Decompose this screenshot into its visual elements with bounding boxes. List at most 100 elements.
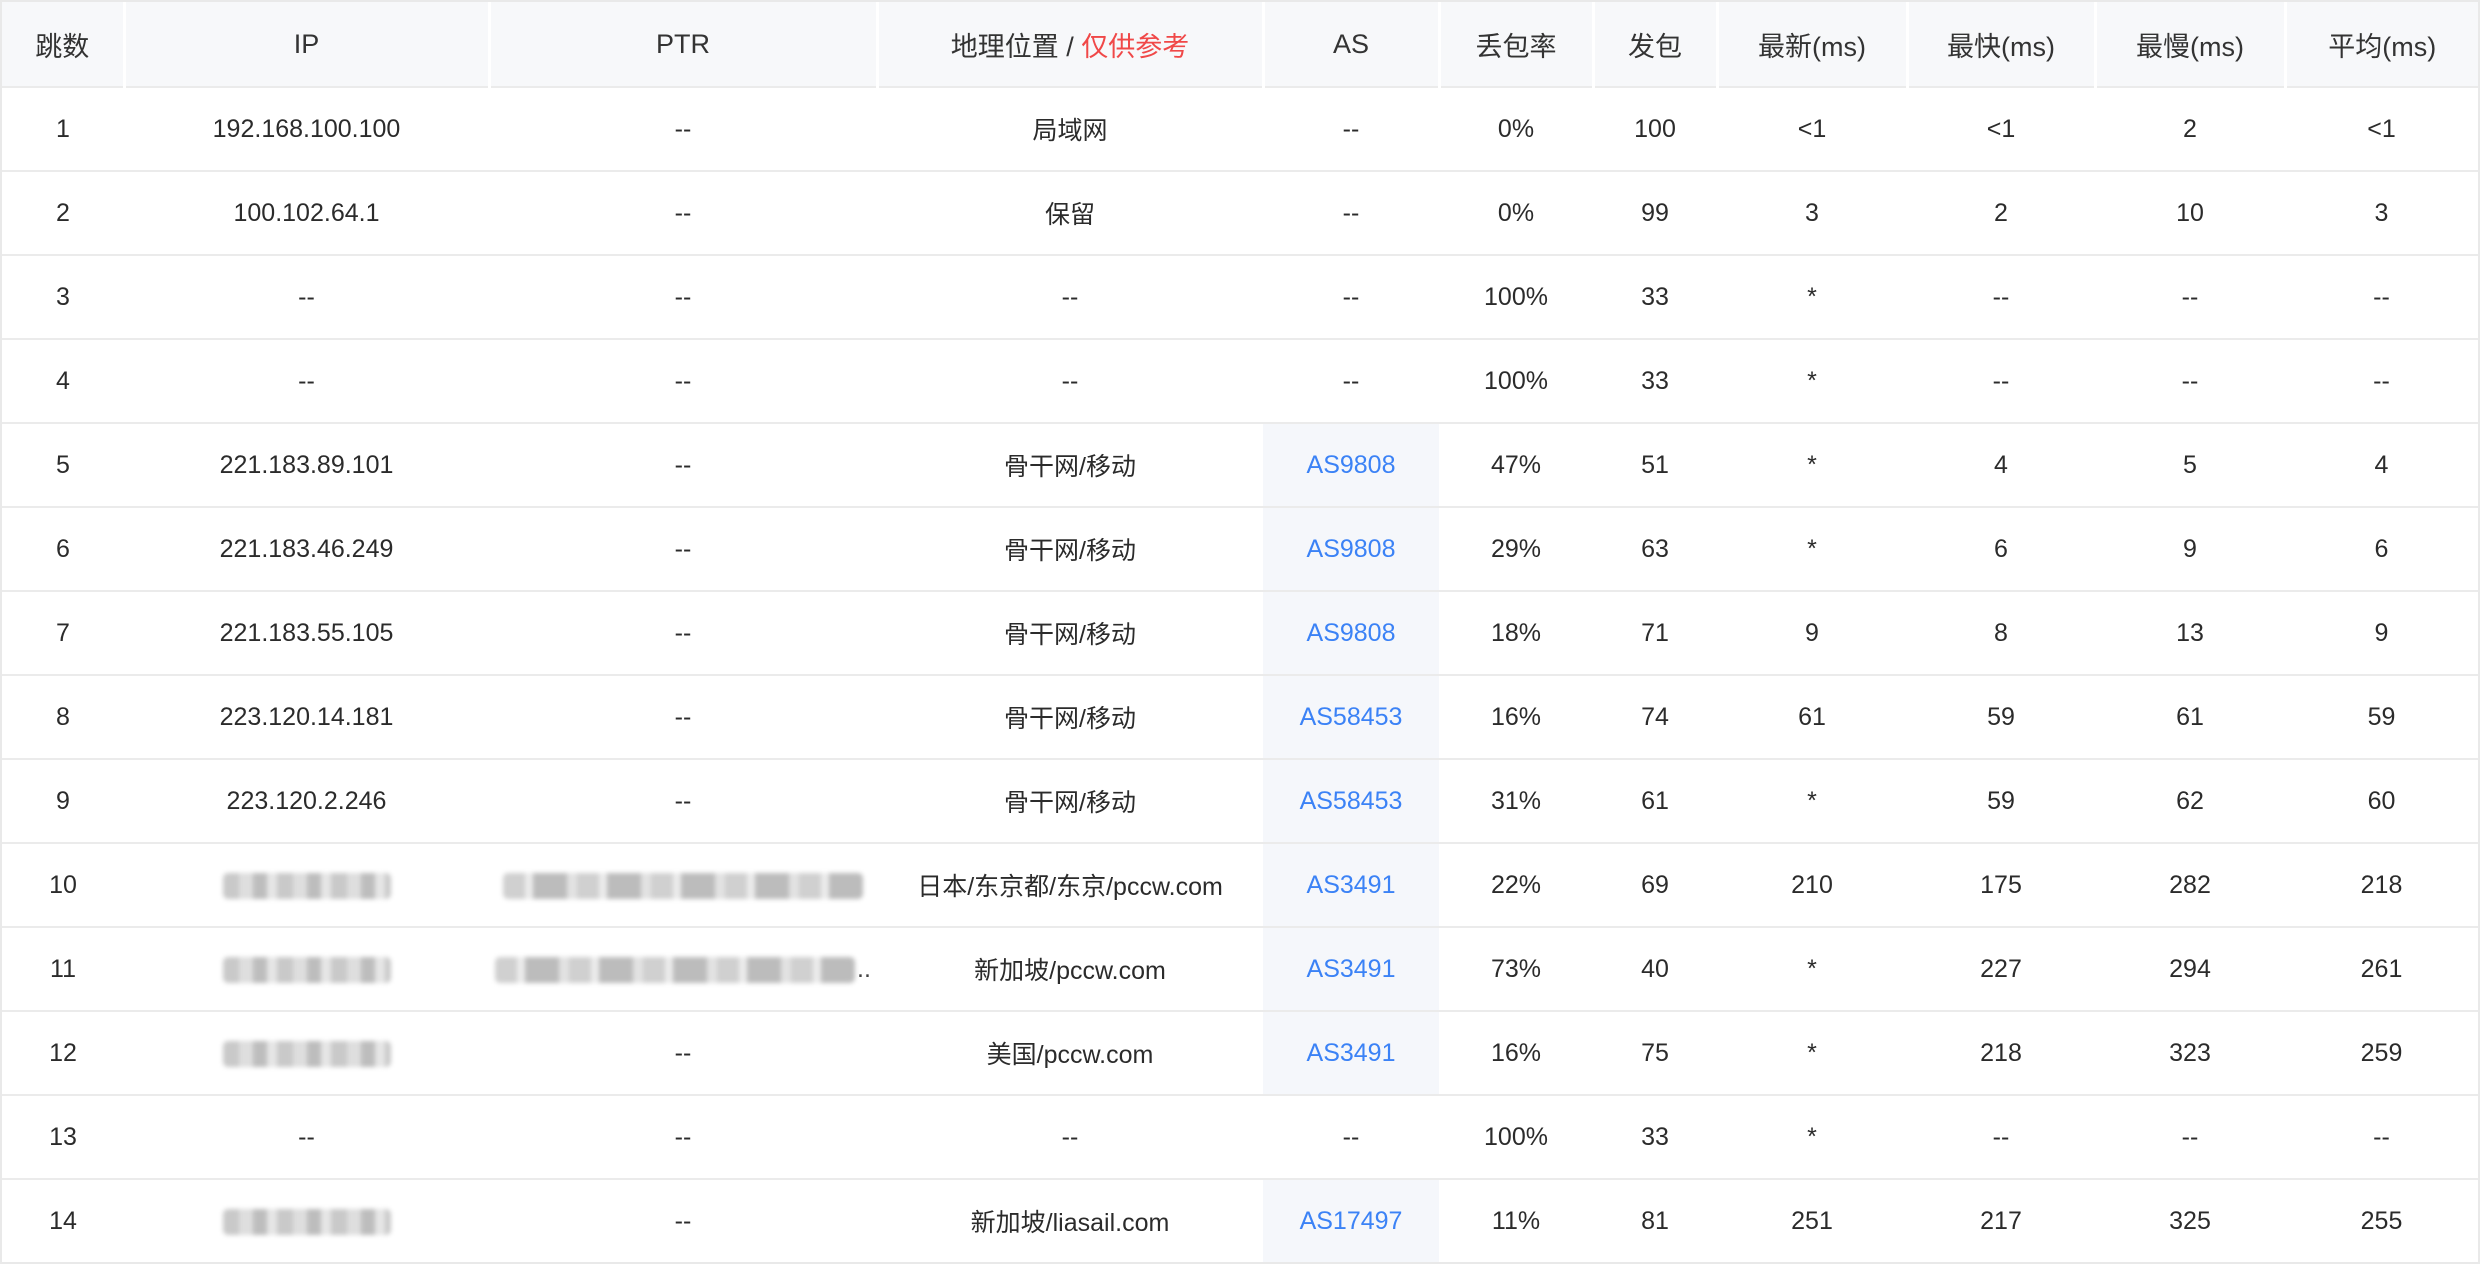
cell-ip: 221.183.89.101 [124,423,489,508]
cell-best: -- [1907,255,2095,340]
cell-worst: 294 [2095,927,2285,1012]
cell-ip [124,843,489,928]
cell-sent: 81 [1641,1206,1669,1235]
cell-hop: 10 [2,843,124,928]
table-row: 13 -- -- -- -- 100% 33 * -- -- -- [2,1095,2478,1180]
cell-ip: -- [124,1095,489,1180]
as-link[interactable]: AS3491 [1307,1039,1396,1067]
cell-last: <1 [1717,87,1907,172]
cell-sent: 100 [1593,87,1717,172]
cell-ip [124,927,489,1012]
cell-ip: -- [124,255,489,340]
cell-loss: 100% [1439,339,1593,424]
cell-loss: 11% [1491,1206,1541,1235]
cell-worst: 61 [2095,675,2285,760]
redacted-ip [222,872,391,899]
cell-best: 59 [1907,759,2095,844]
cell-ptr: -- [489,675,877,760]
cell-ptr: -- [489,507,877,592]
header-geo-separator: / [1058,31,1082,62]
cell-hop: 7 [2,591,124,676]
cell-worst: 9 [2095,507,2285,592]
traceroute-table: 跳数 IP PTR 地理位置 / 仅供参考 AS 丢包率 发包 最新(ms) 最… [2,2,2478,1262]
table-row: 6 221.183.46.249 -- 骨干网/移动 AS9808 29% 63 * 6 9 6 [2,507,2478,592]
header-hop: 跳数 [2,2,126,88]
cell-loss: 29% [1439,507,1593,592]
cell-hop: 9 [2,759,124,844]
cell-hop: 8 [2,675,124,760]
cell-as: AS3491 [1263,927,1439,1012]
cell-best: 4 [1907,423,2095,508]
cell-hop: 13 [2,1095,124,1180]
cell-avg: 4 [2285,423,2478,508]
table-row: 9 223.120.2.246 -- 骨干网/移动 AS58453 31% 61 * 59 62 6… [2,759,2478,844]
cell-ip [124,1011,489,1096]
table-row: 2 100.102.64.1 -- 保留 -- 0% 99 3 2 10 3 [2,171,2478,256]
cell-best: 59 [1907,675,2095,760]
cell-hop: 5 [2,423,124,508]
cell-ip [124,1179,489,1262]
cell-last: * [1717,759,1907,844]
cell-hop: 1 [2,87,124,172]
cell-last: 3 [1717,171,1907,256]
cell-best: 8 [1907,591,2095,676]
cell-avg: -- [2285,255,2478,340]
header-best: 最快(ms) [1907,2,2097,88]
cell-last: 251 [1791,1206,1833,1235]
cell-worst: 323 [2095,1011,2285,1096]
as-link[interactable]: AS9808 [1307,619,1396,647]
as-link[interactable]: AS17497 [1300,1207,1403,1235]
redacted-ip [222,1040,391,1067]
as-link[interactable]: AS9808 [1307,535,1396,563]
cell-avg: 261 [2285,927,2478,1012]
cell-hop: 6 [2,507,124,592]
cell-avg: 60 [2285,759,2478,844]
cell-ip: 100.102.64.1 [124,171,489,256]
cell-last: * [1717,339,1907,424]
table-header: 跳数 IP PTR 地理位置 / 仅供参考 AS 丢包率 发包 最新(ms) 最… [2,2,2478,88]
table-row: 3 -- -- -- -- 100% 33 * -- -- -- [2,255,2478,340]
table-row: 12 -- 美国/pccw.com AS3491 16% 75 * 218 323 259 [2,1011,2478,1096]
redacted-ip [222,1208,391,1235]
cell-as: AS3491 [1263,1011,1439,1096]
cell-last: 61 [1717,675,1907,760]
cell-loss: 47% [1439,423,1593,508]
as-link[interactable]: AS3491 [1307,955,1396,983]
cell-best: 227 [1907,927,2095,1012]
redacted-ptr [495,956,856,983]
as-link[interactable]: AS58453 [1300,703,1403,731]
cell-ip: -- [124,339,489,424]
as-link[interactable]: AS3491 [1307,871,1396,899]
cell-ptr: -- [489,87,877,172]
cell-ptr: .. [489,927,877,1012]
cell-sent: 33 [1593,339,1717,424]
cell-as: -- [1263,339,1439,424]
cell-last: * [1717,255,1907,340]
header-worst: 最慢(ms) [2095,2,2287,88]
cell-as: -- [1263,87,1439,172]
cell-worst: 13 [2095,591,2285,676]
cell-ptr: -- [489,591,877,676]
cell-best: 175 [1907,843,2095,928]
cell-as: -- [1263,255,1439,340]
cell-best: 218 [1907,1011,2095,1096]
cell-sent: 75 [1593,1011,1717,1096]
cell-last: * [1717,507,1907,592]
cell-as: -- [1263,1095,1439,1180]
as-link[interactable]: AS58453 [1300,787,1403,815]
cell-last: 210 [1717,843,1907,928]
cell-geo: 新加坡/liasail.com [970,1209,1170,1237]
cell-loss: 73% [1439,927,1593,1012]
cell-loss: 18% [1439,591,1593,676]
cell-sent: 61 [1593,759,1717,844]
cell-worst: 5 [2095,423,2285,508]
as-link[interactable]: AS9808 [1307,451,1396,479]
cell-geo: -- [877,255,1263,340]
header-row: 跳数 IP PTR 地理位置 / 仅供参考 AS 丢包率 发包 最新(ms) 最… [2,2,2478,88]
cell-last: 9 [1717,591,1907,676]
cell-worst: 325 [2169,1206,2211,1235]
cell-sent: 99 [1593,171,1717,256]
cell-geo: 新加坡/pccw.com [877,927,1263,1012]
cell-ip: 223.120.2.246 [124,759,489,844]
cell-sent: 69 [1593,843,1717,928]
